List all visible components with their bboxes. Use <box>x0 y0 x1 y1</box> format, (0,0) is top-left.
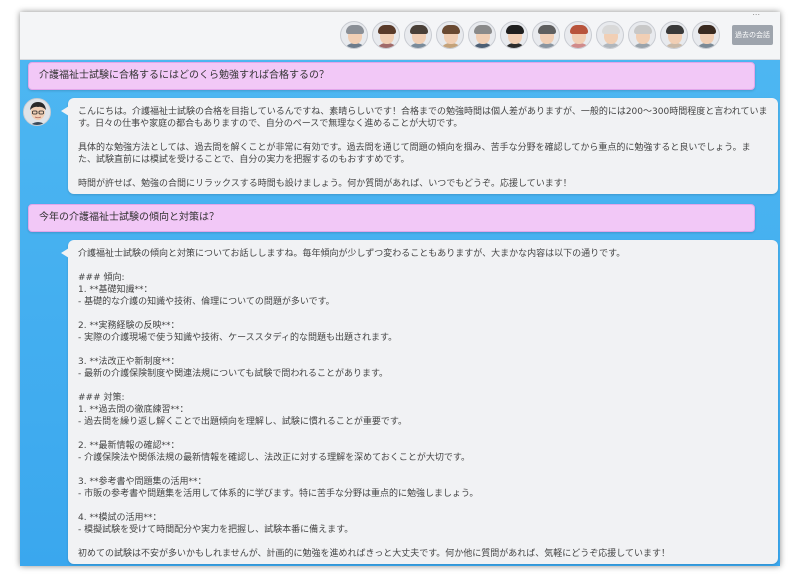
answer-paragraph: こんにちは。介護福祉士試験の合格を目指しているんですね、素晴らしいです！合格まで… <box>78 107 768 129</box>
assistant-face-icon <box>24 99 50 125</box>
avatar-character-6-icon[interactable] <box>500 21 528 49</box>
answer-paragraph: 4. **模試の活用**： - 模擬試験を受けて時間配分や実力を把握し、試験本番… <box>78 513 354 535</box>
answer-paragraph: 2. **最新情報の確認**： - 介護保険法や関係法規の最新情報を確認し、法改… <box>78 441 470 463</box>
assistant-avatar <box>23 98 51 126</box>
avatar-character-5-icon[interactable] <box>468 21 496 49</box>
avatar-character-4-icon[interactable] <box>436 21 464 49</box>
avatar-character-8-icon[interactable] <box>564 21 592 49</box>
avatar-character-9-icon[interactable] <box>596 21 624 49</box>
answer-paragraph: ### 傾向: 1. **基礎知識**： - 基礎的な介護の知識や技術、倫理につ… <box>78 273 335 307</box>
avatar-character-10-icon[interactable] <box>628 21 656 49</box>
user-question-1: 介護福祉士試験に合格するにはどのくら勉強すれば合格するの？ <box>28 62 755 90</box>
avatar-character-3-icon[interactable] <box>404 21 432 49</box>
answer-paragraph: ### 対策: 1. **過去問の徹底練習**： - 過去問を繰り返し解くことで… <box>78 393 407 427</box>
answer-paragraph: 具体的な勉強方法としては、過去問を解くことが非常に有効です。過去問を通じて問題の… <box>78 143 751 165</box>
avatar-character-2-icon[interactable] <box>372 21 400 49</box>
header-bar: ... 過去の会話 <box>20 12 780 60</box>
answer-paragraph: 2. **実務経験の反映**： - 実際の介護現場で使う知識や技術、ケーススタデ… <box>78 321 398 343</box>
chat-window: ... 過去の会話 介護福祉士試験に合格するにはどのくら勉強すれば合格するの？ … <box>20 12 780 566</box>
header-note: ... <box>752 12 760 17</box>
answer-paragraph: 初めての試験は不安が多いかもしれませんが、計画的に勉強を進めればきっと大丈夫です… <box>78 549 671 559</box>
answer-paragraph: 介護福祉士試験の傾向と対策についてお話ししますね。毎年傾向が少しずつ変わることも… <box>78 249 626 259</box>
character-avatar-list <box>340 21 720 49</box>
past-conversations-button[interactable]: 過去の会話 <box>732 25 773 45</box>
avatar-character-11-icon[interactable] <box>660 21 688 49</box>
answer-paragraph: 3. **法改正や新制度**： - 最新の介護保険制度や関連法規についても試験で… <box>78 357 389 379</box>
user-question-2: 今年の介護福祉士試験の傾向と対策は？ <box>28 204 755 232</box>
avatar-character-1-icon[interactable] <box>340 21 368 49</box>
avatar-character-7-icon[interactable] <box>532 21 560 49</box>
answer-paragraph: 時間が許せば、勉強の合間にリラックスする時間も設けましょう。何か質問があれば、い… <box>78 179 572 189</box>
assistant-answer-1: こんにちは。介護福祉士試験の合格を目指しているんですね、素晴らしいです！合格まで… <box>61 98 778 194</box>
assistant-answer-2: 介護福祉士試験の傾向と対策についてお話ししますね。毎年傾向が少しずつ変わることも… <box>61 240 778 564</box>
answer-paragraph: 3. **参考書や問題集の活用**： - 市販の参考書や問題集を活用して体系的に… <box>78 477 479 499</box>
avatar-character-12-icon[interactable] <box>692 21 720 49</box>
